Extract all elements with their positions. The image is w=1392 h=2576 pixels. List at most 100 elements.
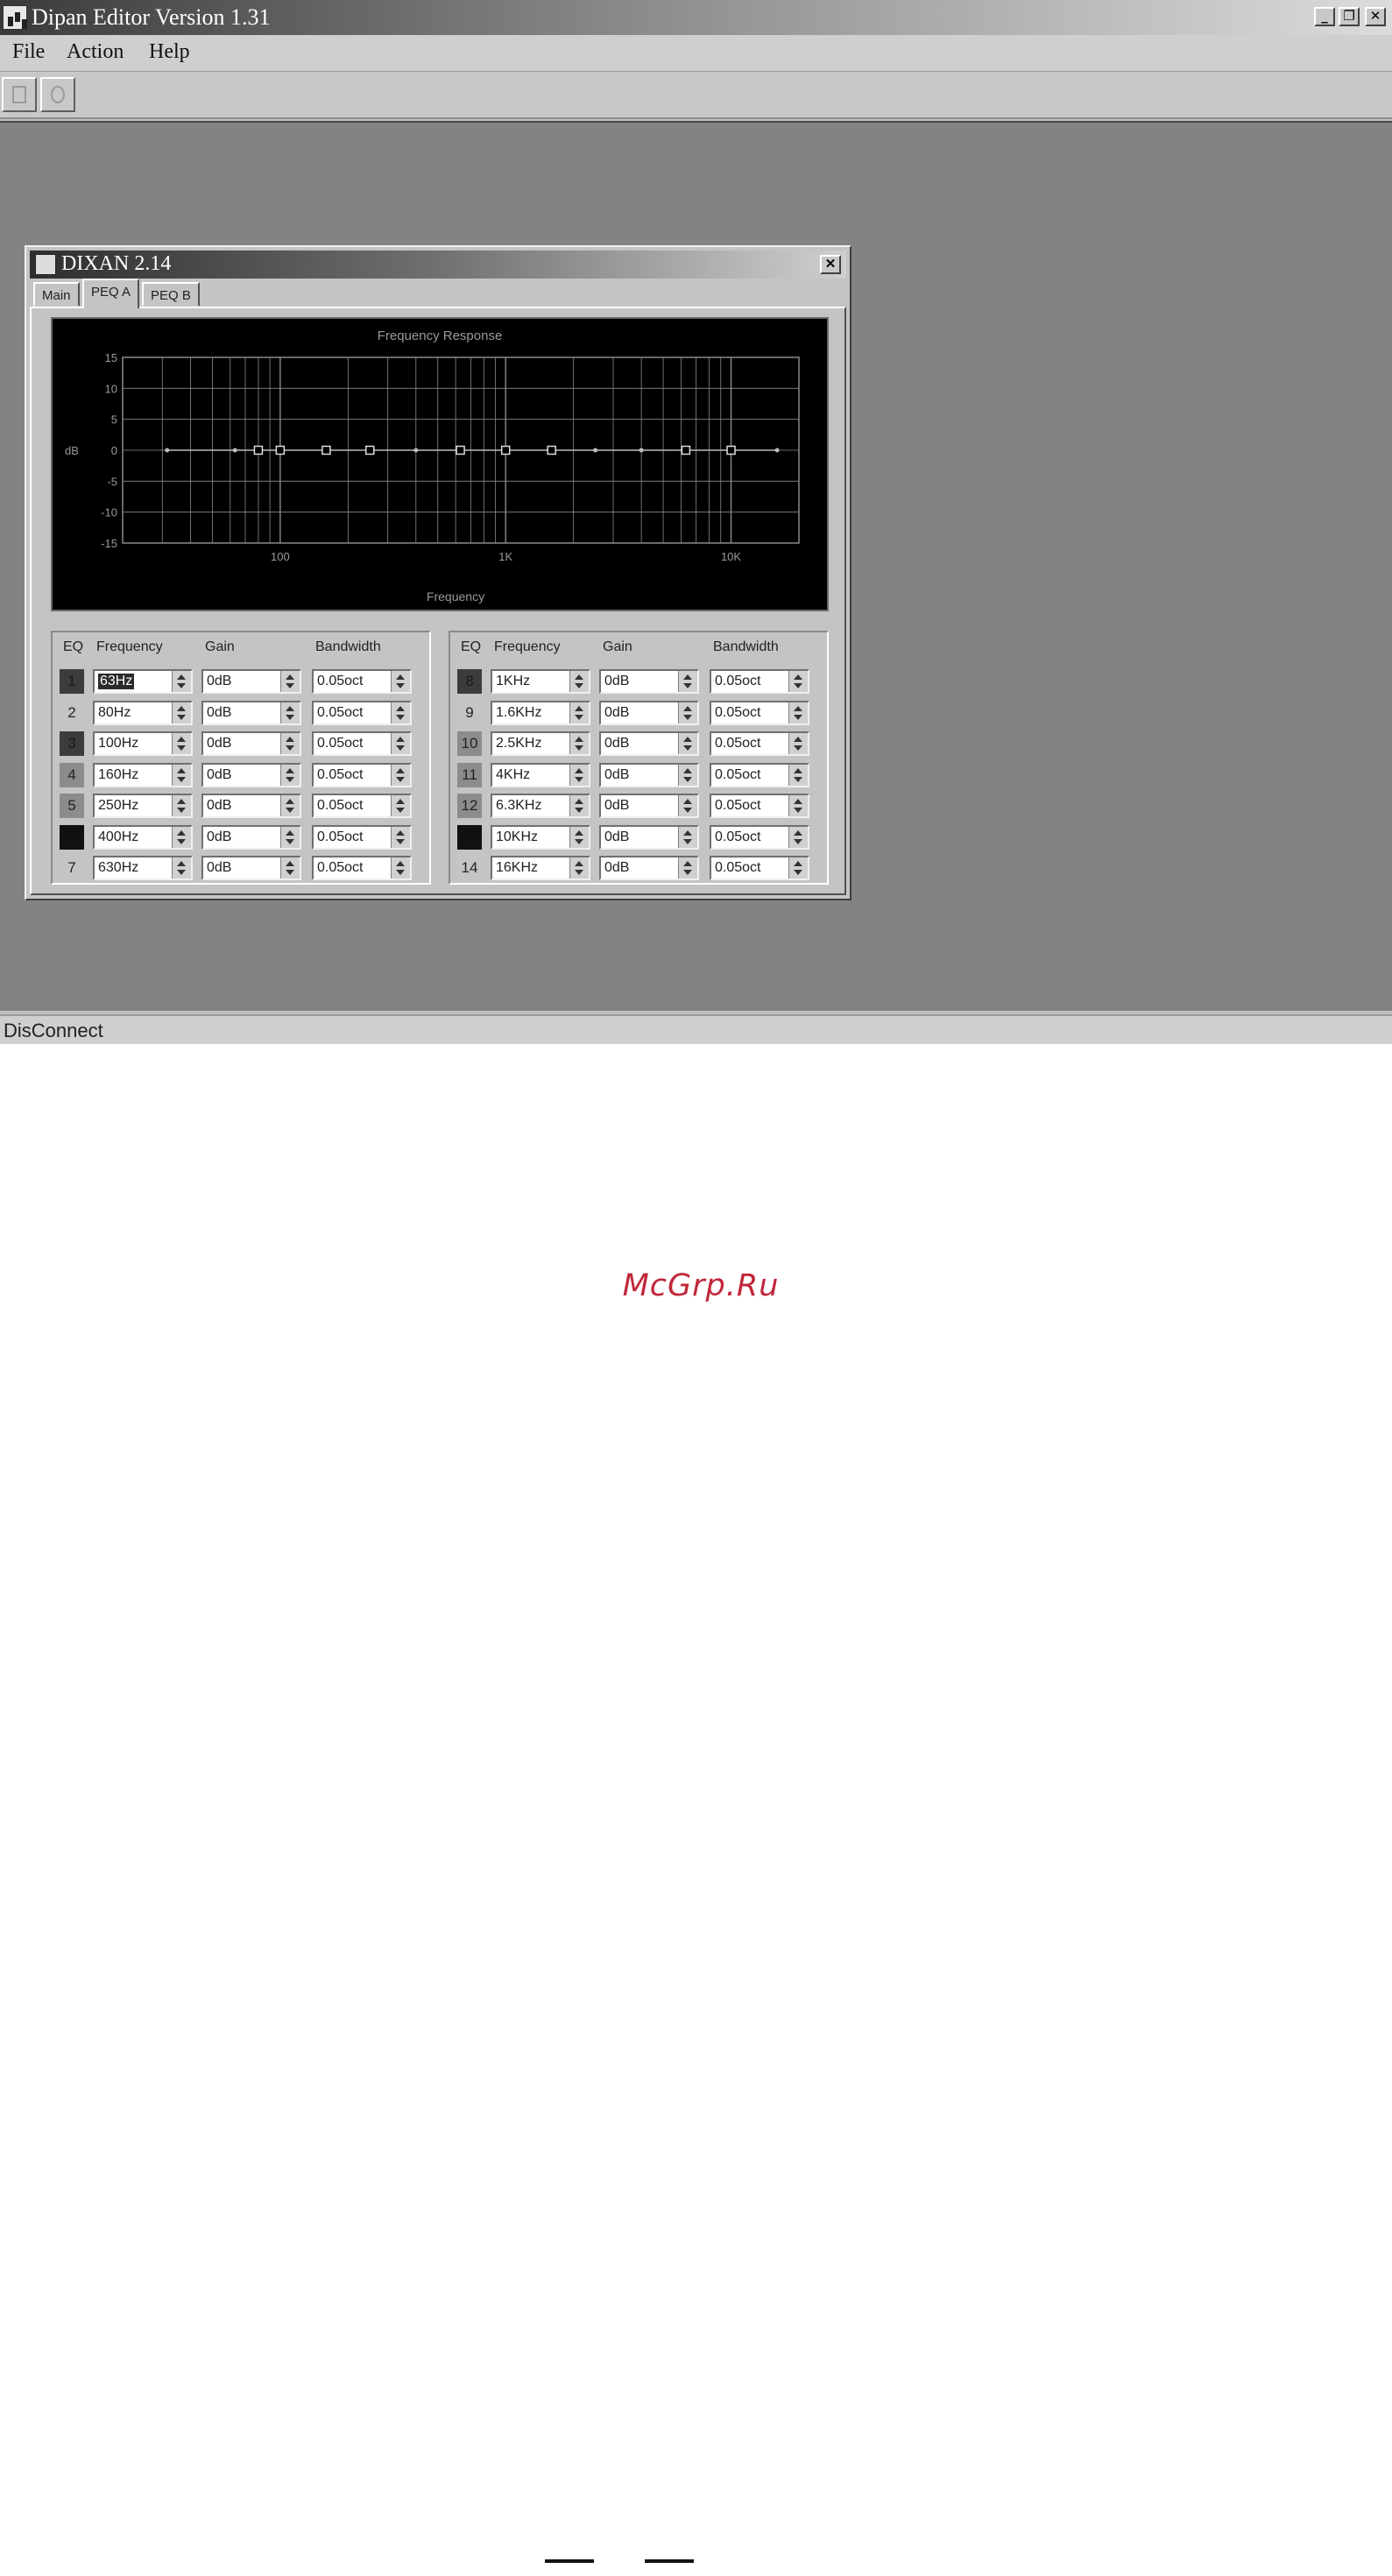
bandwidth-value[interactable]: 0.05oct — [317, 798, 363, 814]
spin-down-icon[interactable] — [683, 808, 692, 813]
spin-arrows[interactable] — [678, 733, 697, 754]
spin-arrows[interactable] — [172, 795, 191, 816]
gain-spinbox[interactable]: 0dB — [201, 794, 301, 818]
spin-up-icon[interactable] — [396, 674, 405, 680]
spin-up-icon[interactable] — [794, 767, 802, 773]
spin-up-icon[interactable] — [575, 767, 583, 773]
gain-value[interactable]: 0dB — [604, 674, 629, 689]
spin-down-icon[interactable] — [177, 683, 186, 688]
bandwidth-spinbox[interactable]: 0.05oct — [710, 700, 809, 725]
spin-arrows[interactable] — [172, 857, 191, 879]
spin-arrows[interactable] — [569, 795, 589, 816]
spin-arrows[interactable] — [678, 702, 697, 723]
frequency-spinbox[interactable]: 630Hz — [93, 856, 193, 880]
spin-arrows[interactable] — [569, 826, 589, 848]
spin-arrows[interactable] — [788, 795, 808, 816]
spin-arrows[interactable] — [678, 826, 697, 848]
bandwidth-spinbox[interactable]: 0.05oct — [710, 731, 809, 756]
gain-value[interactable]: 0dB — [604, 829, 629, 845]
spin-arrows[interactable] — [172, 671, 191, 692]
frequency-value[interactable]: 1.6KHz — [496, 705, 541, 721]
frequency-spinbox[interactable]: 6.3KHz — [491, 794, 590, 818]
eq-band-select-button[interactable]: 8 — [457, 669, 482, 694]
menu-file[interactable]: File — [12, 40, 45, 64]
spin-up-icon[interactable] — [683, 737, 692, 742]
spin-down-icon[interactable] — [575, 745, 583, 751]
spin-up-icon[interactable] — [396, 737, 405, 742]
frequency-spinbox[interactable]: 63Hz — [93, 669, 193, 694]
frequency-spinbox[interactable]: 1KHz — [491, 669, 590, 694]
frequency-value[interactable]: 160Hz — [98, 767, 138, 783]
frequency-value[interactable]: 250Hz — [98, 798, 138, 814]
gain-value[interactable]: 0dB — [604, 767, 629, 783]
gain-value[interactable]: 0dB — [604, 705, 629, 721]
app-icon[interactable] — [3, 5, 27, 30]
gain-spinbox[interactable]: 0dB — [201, 762, 301, 787]
spin-up-icon[interactable] — [286, 861, 294, 866]
eq-band-select-button[interactable]: 6 — [60, 824, 84, 850]
spin-arrows[interactable] — [280, 702, 300, 723]
spin-up-icon[interactable] — [575, 674, 583, 680]
spin-arrows[interactable] — [788, 671, 808, 692]
gain-spinbox[interactable]: 0dB — [599, 824, 699, 850]
spin-up-icon[interactable] — [575, 829, 583, 836]
spin-up-icon[interactable] — [177, 799, 186, 804]
frequency-value[interactable]: 16KHz — [496, 860, 538, 876]
spin-up-icon[interactable] — [286, 829, 294, 836]
spin-arrows[interactable] — [280, 733, 300, 754]
spin-up-icon[interactable] — [683, 705, 692, 711]
spin-arrows[interactable] — [280, 671, 300, 692]
bandwidth-spinbox[interactable]: 0.05oct — [312, 762, 412, 787]
frequency-spinbox[interactable]: 16KHz — [491, 856, 590, 880]
spin-arrows[interactable] — [391, 795, 410, 816]
bandwidth-spinbox[interactable]: 0.05oct — [312, 731, 412, 756]
spin-down-icon[interactable] — [575, 714, 583, 720]
restore-button[interactable]: ❐ — [1339, 7, 1360, 26]
gain-spinbox[interactable]: 0dB — [599, 669, 699, 694]
eq-band-handle[interactable] — [365, 445, 375, 455]
spin-arrows[interactable] — [569, 702, 589, 723]
spin-up-icon[interactable] — [177, 861, 186, 866]
spin-down-icon[interactable] — [286, 870, 294, 875]
menu-help[interactable]: Help — [149, 40, 190, 64]
bandwidth-spinbox[interactable]: 0.05oct — [312, 669, 412, 694]
spin-arrows[interactable] — [678, 795, 697, 816]
tab-main[interactable]: Main — [33, 282, 80, 307]
spin-down-icon[interactable] — [396, 683, 405, 688]
frequency-spinbox[interactable]: 1.6KHz — [491, 700, 590, 725]
spin-arrows[interactable] — [391, 826, 410, 848]
bandwidth-spinbox[interactable]: 0.05oct — [710, 762, 809, 787]
spin-down-icon[interactable] — [794, 808, 802, 813]
spin-down-icon[interactable] — [177, 776, 186, 782]
bandwidth-value[interactable]: 0.05oct — [715, 860, 760, 876]
frequency-spinbox[interactable]: 80Hz — [93, 700, 193, 725]
eq-band-select-button[interactable]: 13 — [457, 824, 482, 850]
spin-arrows[interactable] — [280, 795, 300, 816]
spin-down-icon[interactable] — [683, 745, 692, 751]
spin-down-icon[interactable] — [575, 838, 583, 844]
title-bar[interactable]: Dipan Editor Version 1.31 _ ❐ ✕ — [0, 0, 1392, 35]
gain-value[interactable]: 0dB — [207, 736, 231, 752]
spin-up-icon[interactable] — [575, 705, 583, 711]
frequency-spinbox[interactable]: 2.5KHz — [491, 731, 590, 756]
spin-down-icon[interactable] — [794, 870, 802, 875]
spin-down-icon[interactable] — [177, 808, 186, 813]
spin-arrows[interactable] — [172, 826, 191, 848]
gain-value[interactable]: 0dB — [207, 705, 231, 721]
spin-arrows[interactable] — [569, 857, 589, 879]
spin-arrows[interactable] — [391, 671, 410, 692]
frequency-value[interactable]: 400Hz — [98, 829, 138, 845]
eq-band-select-button[interactable]: 3 — [60, 731, 84, 756]
gain-value[interactable]: 0dB — [604, 860, 629, 876]
spin-arrows[interactable] — [788, 764, 808, 786]
eq-band-handle[interactable] — [726, 445, 736, 455]
spin-up-icon[interactable] — [177, 705, 186, 711]
eq-band-handle[interactable] — [681, 445, 691, 455]
gain-spinbox[interactable]: 0dB — [599, 731, 699, 756]
spin-down-icon[interactable] — [794, 776, 802, 782]
frequency-value[interactable]: 630Hz — [98, 860, 138, 876]
child-window-icon[interactable] — [35, 254, 56, 275]
minimize-button[interactable]: _ — [1314, 7, 1335, 26]
bandwidth-spinbox[interactable]: 0.05oct — [710, 669, 809, 694]
spin-up-icon[interactable] — [286, 705, 294, 711]
